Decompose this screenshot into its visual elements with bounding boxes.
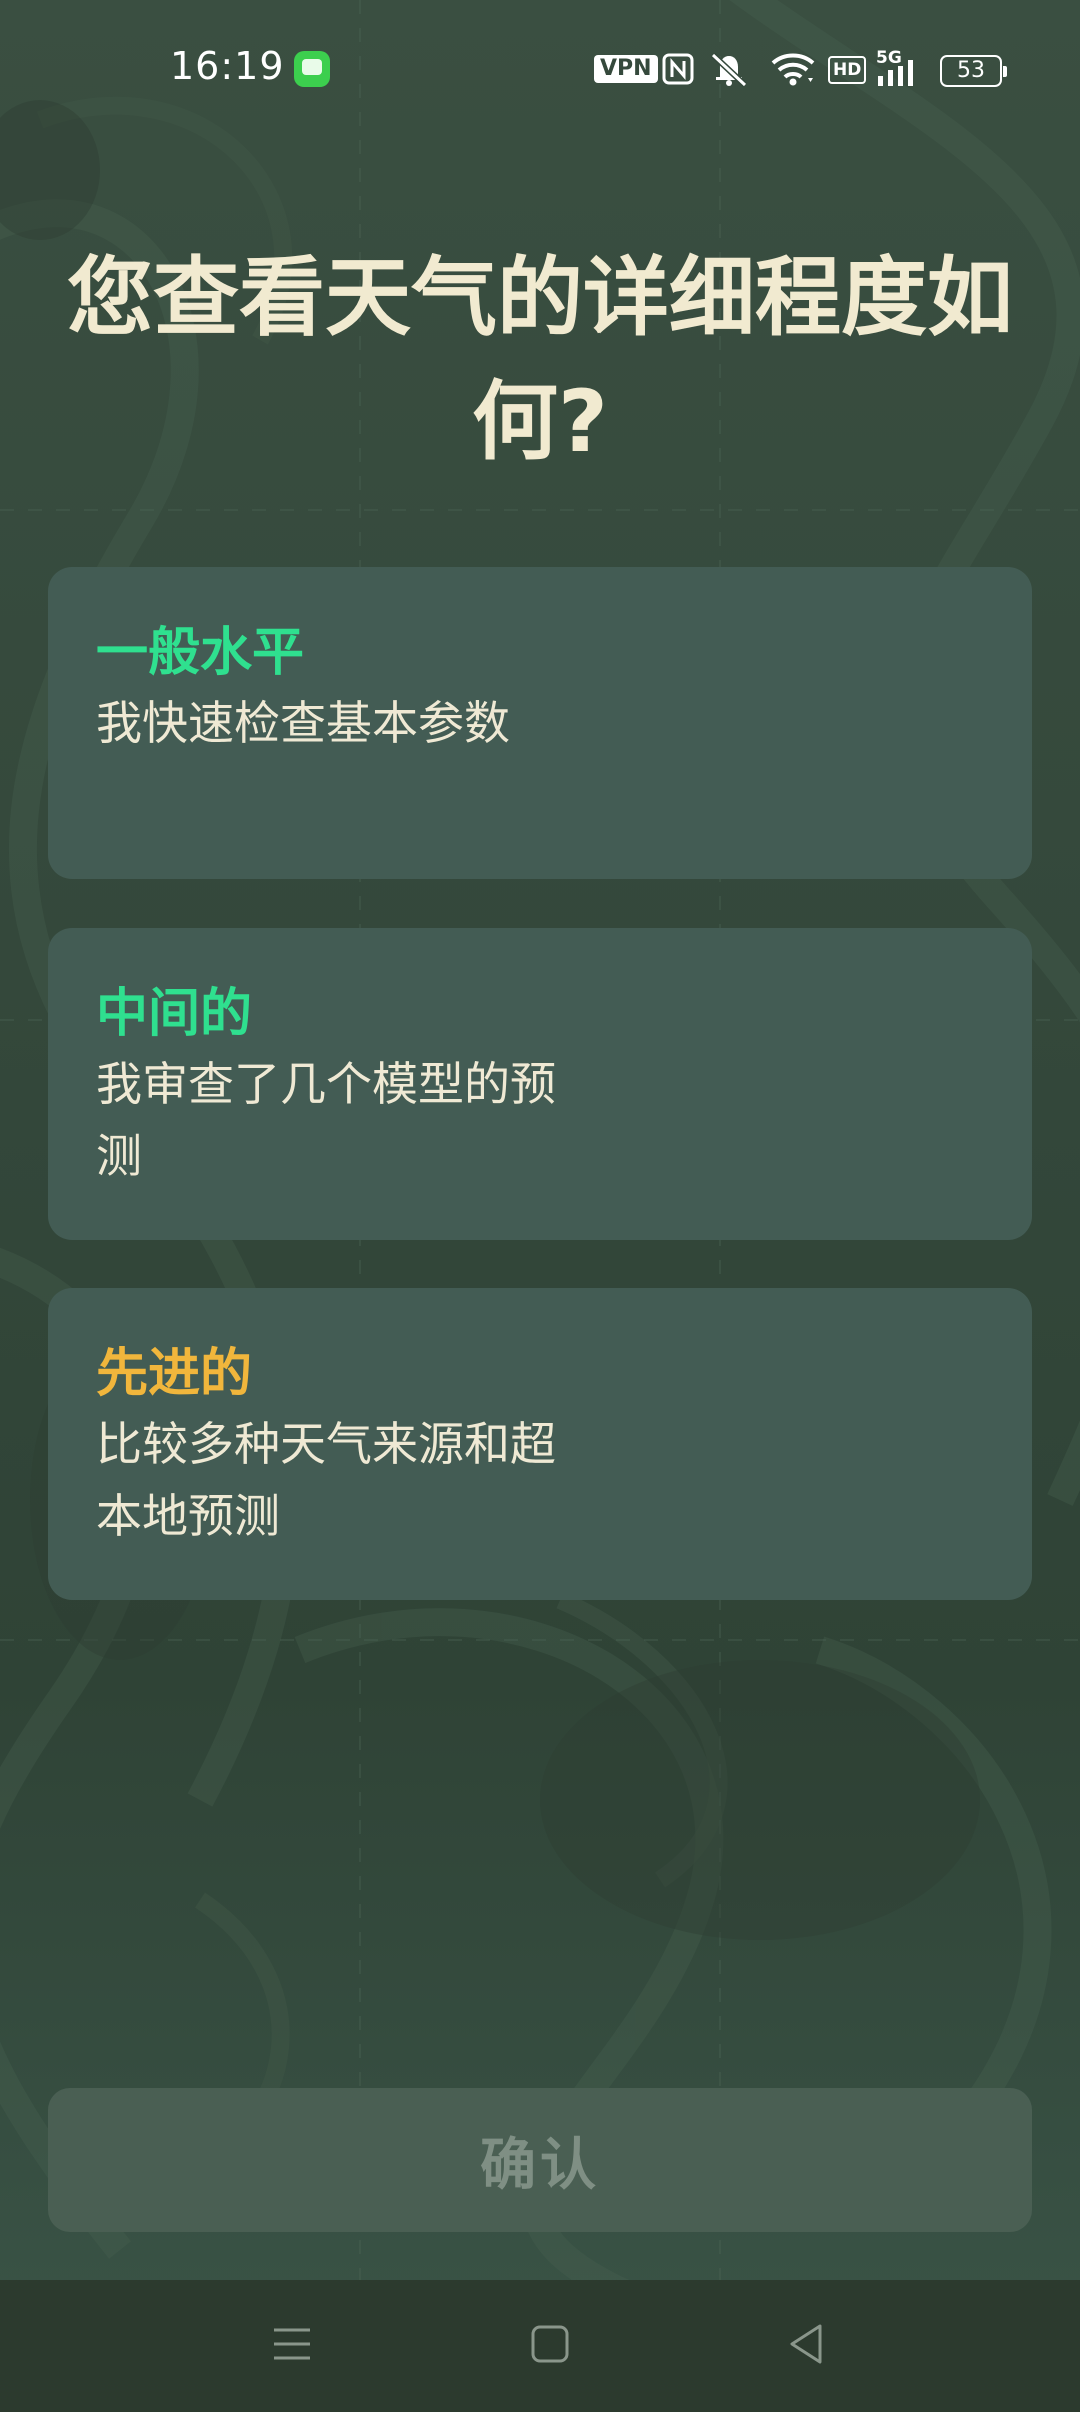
battery-icon: 53 bbox=[940, 55, 1007, 87]
status-bar: 16:19 VPN HD 5G 53 bbox=[0, 0, 1080, 140]
system-navigation-bar bbox=[0, 2280, 1080, 2412]
back-icon[interactable] bbox=[786, 2322, 826, 2366]
option-card-advanced[interactable]: 先进的 比较多种天气来源和超本地预测 bbox=[48, 1288, 1032, 1600]
option-card-basic[interactable]: 一般水平 我快速检查基本参数 bbox=[48, 567, 1032, 879]
option-title: 先进的 bbox=[96, 1344, 253, 1404]
option-card-intermediate[interactable]: 中间的 我审查了几个模型的预测 bbox=[48, 928, 1032, 1240]
vpn-icon: VPN bbox=[594, 55, 658, 83]
menu-icon[interactable] bbox=[270, 2324, 314, 2364]
option-title: 中间的 bbox=[96, 984, 253, 1044]
option-title: 一般水平 bbox=[96, 623, 305, 683]
wifi-icon bbox=[771, 53, 815, 86]
confirm-button[interactable]: 确认 bbox=[48, 2088, 1032, 2232]
nfc-icon bbox=[662, 53, 694, 85]
home-icon[interactable] bbox=[530, 2324, 570, 2364]
mute-bell-icon bbox=[710, 52, 748, 88]
hd-icon: HD bbox=[828, 56, 867, 84]
option-description: 我快速检查基本参数 bbox=[96, 696, 510, 750]
option-description: 我审查了几个模型的预测 bbox=[96, 1057, 556, 1183]
option-description: 比较多种天气来源和超本地预测 bbox=[96, 1417, 556, 1543]
messages-app-icon bbox=[294, 51, 330, 87]
5g-signal-icon bbox=[878, 60, 913, 86]
status-time: 16:19 bbox=[170, 44, 285, 88]
page-title: 您查看天气的详细程度如何? bbox=[67, 248, 1013, 472]
